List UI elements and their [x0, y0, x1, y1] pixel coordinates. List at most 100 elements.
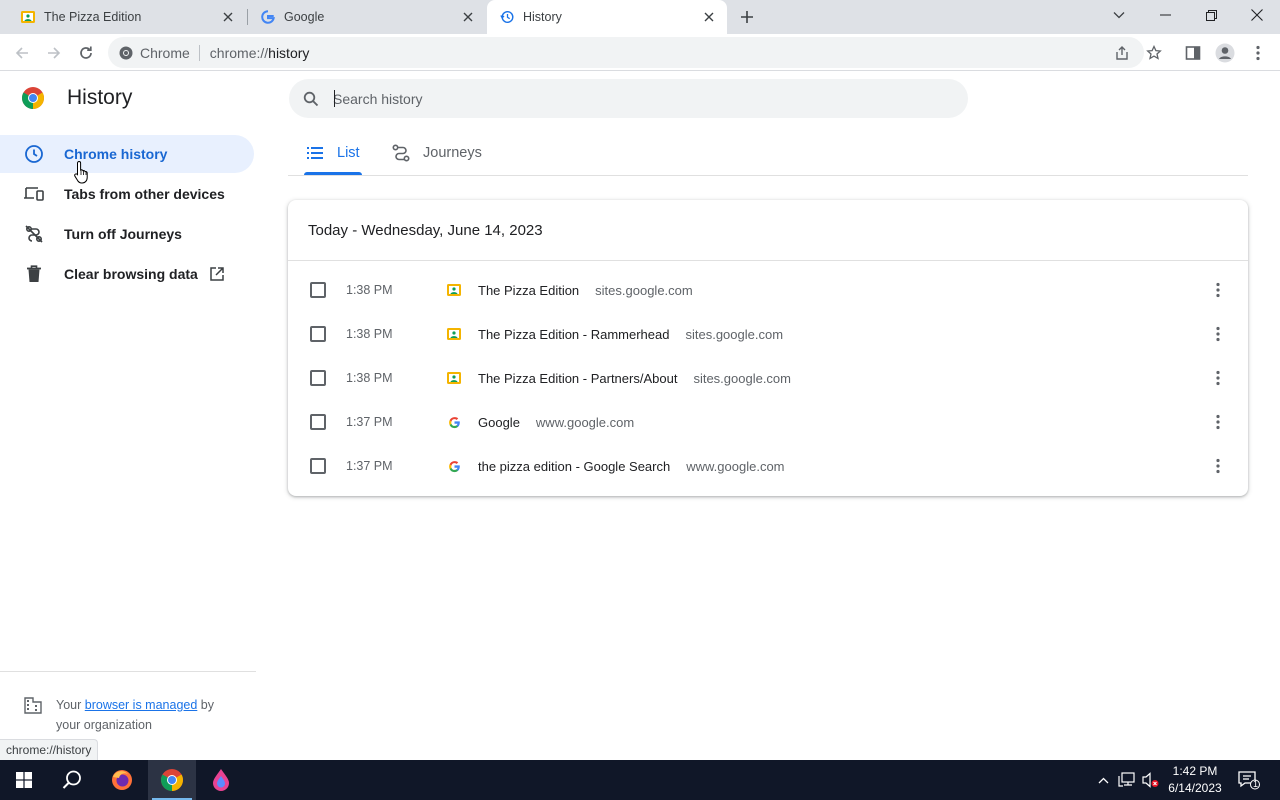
clock-date: 6/14/2023	[1168, 781, 1222, 795]
browser-managed-link[interactable]: browser is managed	[85, 698, 198, 712]
managed-browser-notice: Your browser is managed by your organizat…	[24, 695, 244, 735]
minimize-button[interactable]	[1142, 0, 1188, 30]
taskbar-search-button[interactable]	[48, 760, 96, 800]
chevron-down-icon	[1113, 12, 1125, 19]
close-icon[interactable]	[220, 9, 236, 25]
google-icon	[446, 458, 462, 474]
tab-journeys[interactable]: Journeys	[391, 130, 482, 175]
select-checkbox[interactable]	[310, 370, 326, 386]
sidebar-item-tabs-other-devices[interactable]: Tabs from other devices	[0, 175, 254, 213]
entry-title-link[interactable]: Google	[478, 415, 520, 430]
google-icon	[446, 414, 462, 430]
entry-title-link[interactable]: The Pizza Edition - Rammerhead	[478, 327, 669, 342]
status-bubble: chrome://history	[0, 739, 99, 760]
managed-text: Your browser is managed by your organizat…	[56, 698, 214, 732]
entry-menu-button[interactable]	[1208, 324, 1228, 344]
search-input[interactable]	[333, 90, 933, 107]
reload-icon	[80, 46, 92, 59]
tab-title: Google	[284, 10, 325, 24]
history-card: Today - Wednesday, June 14, 2023 1:38 PM…	[288, 200, 1248, 496]
restore-button[interactable]	[1188, 0, 1234, 30]
volume-button[interactable]	[1140, 760, 1162, 800]
select-checkbox[interactable]	[310, 414, 326, 430]
entry-title-link[interactable]: the pizza edition - Google Search	[478, 459, 670, 474]
history-entry[interactable]: 1:38 PM The Pizza Edition - Rammerhead s…	[288, 312, 1248, 356]
close-icon[interactable]	[460, 9, 476, 25]
history-entry[interactable]: 1:38 PM The Pizza Edition - Partners/Abo…	[288, 356, 1248, 400]
profile-button[interactable]	[1212, 40, 1238, 66]
side-panel-button[interactable]	[1180, 40, 1206, 66]
view-tabs: List Journeys	[288, 130, 1248, 176]
start-button[interactable]	[0, 760, 48, 800]
entry-menu-button[interactable]	[1208, 412, 1228, 432]
share-button[interactable]	[1109, 40, 1135, 66]
entry-domain[interactable]: www.google.com	[686, 459, 784, 474]
chrome-site-icon	[119, 46, 133, 59]
browser-toolbar: Chrome chrome://history	[0, 34, 1280, 71]
reload-button[interactable]	[73, 40, 99, 66]
tab-list[interactable]: List	[304, 130, 362, 175]
back-button[interactable]	[9, 40, 35, 66]
tab-history[interactable]: History	[487, 0, 727, 34]
history-entry[interactable]: 1:37 PM the pizza edition - Google Searc…	[288, 444, 1248, 488]
minimize-icon	[1159, 14, 1171, 16]
history-entry[interactable]: 1:37 PM Google www.google.com	[288, 400, 1248, 444]
address-bar[interactable]: Chrome chrome://history	[108, 37, 1144, 68]
entry-time: 1:38 PM	[346, 371, 393, 385]
show-hidden-icons-button[interactable]	[1094, 760, 1112, 800]
mouse-cursor-icon	[74, 160, 90, 189]
site-label: Chrome	[140, 44, 190, 61]
notifications-button[interactable]: 1	[1234, 760, 1264, 800]
card-divider	[288, 260, 1248, 261]
sidebar-item-chrome-history[interactable]: Chrome history	[0, 135, 254, 173]
tab-pizza-edition[interactable]: The Pizza Edition	[8, 0, 246, 34]
entry-domain[interactable]: www.google.com	[536, 415, 634, 430]
select-checkbox[interactable]	[310, 326, 326, 342]
menu-button[interactable]	[1245, 40, 1271, 66]
sidebar-item-clear-browsing-data[interactable]: Clear browsing data	[0, 255, 254, 293]
history-entry[interactable]: 1:38 PM The Pizza Edition sites.google.c…	[288, 268, 1248, 312]
building-icon	[24, 696, 44, 716]
sidebar-item-turn-off-journeys[interactable]: Turn off Journeys	[0, 215, 254, 253]
clock-time: 1:42 PM	[1172, 764, 1218, 778]
taskbar-chrome[interactable]	[148, 760, 196, 800]
share-icon	[1116, 46, 1128, 60]
close-window-button[interactable]	[1234, 0, 1280, 30]
tab-strip: The Pizza Edition Google History	[0, 0, 1280, 34]
tab-title: History	[523, 10, 562, 24]
sidebar-divider	[0, 671, 256, 672]
bookmark-button[interactable]	[1141, 40, 1167, 66]
windows-logo-icon	[16, 772, 32, 788]
search-history-box[interactable]	[289, 79, 968, 118]
select-checkbox[interactable]	[310, 458, 326, 474]
entry-title-link[interactable]: The Pizza Edition	[478, 283, 579, 298]
entry-domain[interactable]: sites.google.com	[693, 371, 791, 386]
entry-domain[interactable]: sites.google.com	[685, 327, 783, 342]
entry-title-link[interactable]: The Pizza Edition - Partners/About	[478, 371, 677, 386]
devices-icon	[23, 183, 45, 205]
profile-icon	[1215, 43, 1235, 63]
taskbar-firefox[interactable]	[98, 760, 146, 800]
network-button[interactable]	[1116, 760, 1138, 800]
more-vert-icon	[1256, 45, 1260, 61]
taskbar-app[interactable]	[197, 760, 245, 800]
search-icon	[62, 770, 81, 789]
select-checkbox[interactable]	[310, 282, 326, 298]
tab-search-button[interactable]	[1096, 0, 1142, 30]
new-tab-button[interactable]	[737, 7, 757, 27]
more-vert-icon	[1216, 370, 1220, 386]
forward-button[interactable]	[41, 40, 67, 66]
tab-google[interactable]: Google	[248, 0, 486, 34]
more-vert-icon	[1216, 326, 1220, 342]
close-icon[interactable]	[701, 9, 717, 25]
entry-menu-button[interactable]	[1208, 280, 1228, 300]
more-vert-icon	[1216, 458, 1220, 474]
taskbar-clock[interactable]: 1:42 PM 6/14/2023	[1160, 760, 1230, 800]
entry-domain[interactable]: sites.google.com	[595, 283, 693, 298]
plus-icon	[741, 11, 753, 23]
text-caret	[334, 90, 335, 107]
entry-menu-button[interactable]	[1208, 368, 1228, 388]
entry-menu-button[interactable]	[1208, 456, 1228, 476]
chevron-up-icon	[1098, 777, 1108, 783]
search-icon	[303, 91, 319, 106]
